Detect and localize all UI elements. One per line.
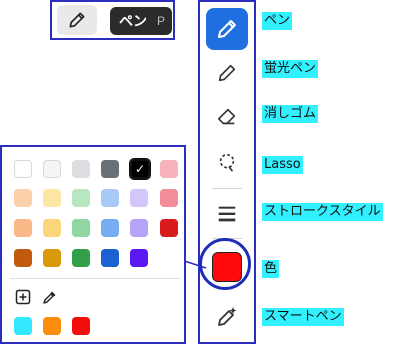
color-swatch[interactable] [43,160,61,178]
add-color-button[interactable] [14,288,32,306]
color-swatch[interactable] [101,160,119,178]
color-swatch[interactable] [72,249,90,267]
recent-color-swatch[interactable] [14,317,32,335]
color-swatch[interactable] [43,189,61,207]
color-palette: ✓ [0,145,186,344]
color-swatch[interactable] [14,189,32,207]
callout-color: 色 [262,260,280,278]
checkmark-icon: ✓ [134,162,146,176]
color-swatch[interactable] [130,219,148,237]
color-swatch[interactable] [160,189,178,207]
color-swatch[interactable] [160,160,178,178]
callout-smart-pen: スマートペン [262,308,344,326]
callout-lasso: Lasso [262,156,303,174]
callout-eraser: 消しゴム [262,105,319,123]
color-swatch-selected[interactable]: ✓ [129,158,151,180]
palette-divider [10,278,180,279]
color-swatch[interactable] [14,249,32,267]
recent-color-swatch[interactable] [43,317,61,335]
color-swatch[interactable] [101,219,119,237]
color-swatch[interactable] [101,189,119,207]
color-swatch[interactable] [72,189,90,207]
color-swatch[interactable] [43,249,61,267]
recent-color-swatch[interactable] [72,317,90,335]
color-swatch[interactable] [72,219,90,237]
eyedropper-icon [43,291,56,304]
callout-pen: ペン [262,12,293,30]
eyedropper-button[interactable] [41,288,59,306]
color-swatch[interactable] [130,249,148,267]
color-swatch[interactable] [43,219,61,237]
color-swatch[interactable] [101,249,119,267]
color-swatch[interactable] [14,219,32,237]
callout-highlighter: 蛍光ペン [262,60,319,78]
color-swatch[interactable] [160,219,178,237]
color-swatch[interactable] [14,160,32,178]
color-swatch[interactable] [130,189,148,207]
color-swatch[interactable] [72,160,90,178]
plus-square-icon [15,289,31,305]
callout-stroke-style: ストロークスタイル [262,203,383,221]
